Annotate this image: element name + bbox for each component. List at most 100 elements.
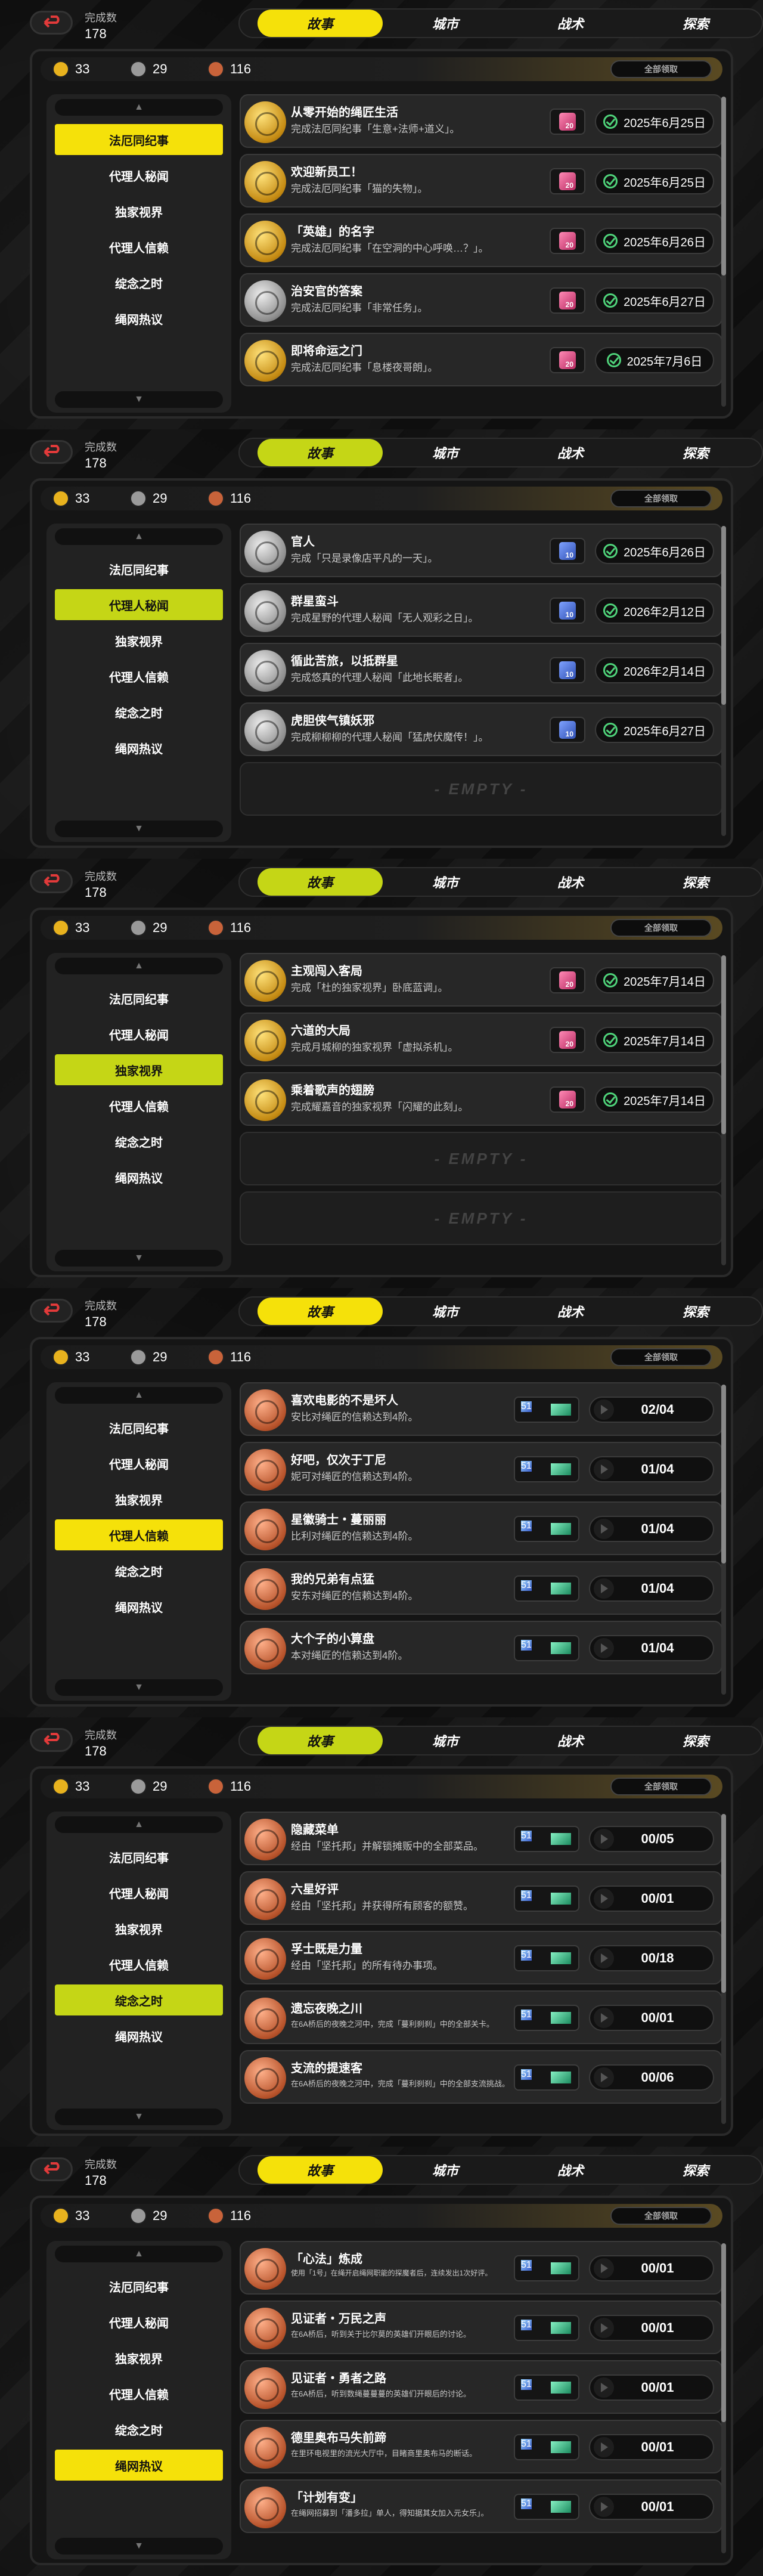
back-button[interactable]: [30, 869, 73, 893]
sidebar-item-0[interactable]: 法厄同纪事: [55, 2271, 223, 2302]
go-arrow-icon[interactable]: [594, 2377, 614, 2398]
reward-box[interactable]: 51: [514, 2005, 579, 2031]
tab-1[interactable]: 城市: [383, 439, 508, 466]
go-arrow-icon[interactable]: [594, 1829, 614, 1849]
tab-3[interactable]: 探索: [633, 2156, 758, 2184]
tab-3[interactable]: 探索: [633, 10, 758, 37]
go-arrow-icon[interactable]: [594, 1948, 614, 1968]
sidebar-item-2[interactable]: 独家视界: [55, 1054, 223, 1085]
reward-box[interactable]: 20: [550, 1027, 585, 1053]
tab-3[interactable]: 探索: [633, 868, 758, 896]
sidebar-item-4[interactable]: 绽念之时: [55, 1555, 223, 1586]
scrollbar-thumb[interactable]: [721, 955, 726, 1134]
reward-box[interactable]: 10: [550, 597, 585, 624]
back-button[interactable]: [30, 1728, 73, 1752]
sidebar-item-3[interactable]: 代理人信赖: [55, 1949, 223, 1980]
tab-2[interactable]: 战术: [508, 1298, 633, 1325]
go-arrow-icon[interactable]: [594, 1578, 614, 1599]
sidebar-scroll-up-icon[interactable]: ▲: [55, 1387, 223, 1404]
claim-all-button[interactable]: 全部领取: [610, 1778, 712, 1795]
tab-0[interactable]: 故事: [258, 2156, 383, 2184]
sidebar-item-4[interactable]: 绽念之时: [55, 267, 223, 298]
sidebar-item-1[interactable]: 代理人秘闻: [55, 589, 223, 620]
sidebar-item-3[interactable]: 代理人信赖: [55, 1090, 223, 1121]
sidebar-item-5[interactable]: 绳网热议: [55, 1591, 223, 1622]
list-scrollbar[interactable]: [721, 1814, 726, 2124]
sidebar-scroll-up-icon[interactable]: ▲: [55, 99, 223, 116]
sidebar-item-3[interactable]: 代理人信赖: [55, 661, 223, 692]
go-arrow-icon[interactable]: [594, 1638, 614, 1658]
reward-box[interactable]: 51: [514, 1635, 579, 1661]
scrollbar-thumb[interactable]: [721, 1814, 726, 1993]
sidebar-item-4[interactable]: 绽念之时: [55, 1126, 223, 1157]
sidebar-item-3[interactable]: 代理人信赖: [55, 231, 223, 262]
sidebar-item-4[interactable]: 绽念之时: [55, 2414, 223, 2445]
claim-all-button[interactable]: 全部领取: [610, 490, 712, 507]
scrollbar-thumb[interactable]: [721, 2243, 726, 2422]
sidebar-item-5[interactable]: 绳网热议: [55, 2020, 223, 2051]
claim-all-button[interactable]: 全部领取: [610, 1348, 712, 1366]
tab-2[interactable]: 战术: [508, 868, 633, 896]
sidebar-item-2[interactable]: 独家视界: [55, 1913, 223, 1944]
sidebar-scroll-down-icon[interactable]: ▼: [55, 2109, 223, 2125]
tab-2[interactable]: 战术: [508, 1727, 633, 1754]
list-scrollbar[interactable]: [721, 97, 726, 407]
tab-1[interactable]: 城市: [383, 868, 508, 896]
go-arrow-icon[interactable]: [594, 2437, 614, 2457]
tab-1[interactable]: 城市: [383, 1298, 508, 1325]
sidebar-item-2[interactable]: 独家视界: [55, 2342, 223, 2373]
reward-box[interactable]: 20: [550, 347, 585, 373]
go-arrow-icon[interactable]: [594, 2008, 614, 2028]
sidebar-item-4[interactable]: 绽念之时: [55, 696, 223, 727]
claim-all-button[interactable]: 全部领取: [610, 60, 712, 78]
reward-box[interactable]: 10: [550, 717, 585, 743]
reward-box[interactable]: 51: [514, 2434, 579, 2460]
tab-0[interactable]: 故事: [258, 1298, 383, 1325]
sidebar-item-5[interactable]: 绳网热议: [55, 2450, 223, 2481]
reward-box[interactable]: 51: [514, 1575, 579, 1602]
back-button[interactable]: [30, 11, 73, 35]
back-button[interactable]: [30, 1299, 73, 1323]
list-scrollbar[interactable]: [721, 955, 726, 1265]
reward-box[interactable]: 51: [514, 1885, 579, 1912]
reward-box[interactable]: 51: [514, 1826, 579, 1852]
back-button[interactable]: [30, 2157, 73, 2181]
scrollbar-thumb[interactable]: [721, 526, 726, 705]
sidebar-item-5[interactable]: 绳网热议: [55, 732, 223, 763]
tab-2[interactable]: 战术: [508, 10, 633, 37]
sidebar-item-1[interactable]: 代理人秘闻: [55, 1448, 223, 1479]
sidebar-item-1[interactable]: 代理人秘闻: [55, 1018, 223, 1049]
list-scrollbar[interactable]: [721, 2243, 726, 2553]
sidebar-item-0[interactable]: 法厄同纪事: [55, 124, 223, 155]
go-arrow-icon[interactable]: [594, 2318, 614, 2338]
tab-3[interactable]: 探索: [633, 1298, 758, 1325]
sidebar-item-0[interactable]: 法厄同纪事: [55, 983, 223, 1014]
sidebar-item-1[interactable]: 代理人秘闻: [55, 1877, 223, 1908]
reward-box[interactable]: 20: [550, 228, 585, 254]
tab-2[interactable]: 战术: [508, 439, 633, 466]
sidebar-scroll-up-icon[interactable]: ▲: [55, 528, 223, 545]
tab-0[interactable]: 故事: [258, 1727, 383, 1754]
sidebar-scroll-down-icon[interactable]: ▼: [55, 821, 223, 837]
reward-box[interactable]: 10: [550, 538, 585, 564]
sidebar-item-2[interactable]: 独家视界: [55, 625, 223, 656]
sidebar-item-5[interactable]: 绳网热议: [55, 303, 223, 334]
sidebar-item-4[interactable]: 绽念之时: [55, 1984, 223, 2015]
list-scrollbar[interactable]: [721, 526, 726, 836]
reward-box[interactable]: 51: [514, 2255, 579, 2281]
reward-box[interactable]: 51: [514, 1516, 579, 1542]
scrollbar-thumb[interactable]: [721, 97, 726, 275]
reward-box[interactable]: 20: [550, 1086, 585, 1113]
back-button[interactable]: [30, 440, 73, 464]
reward-box[interactable]: 10: [550, 657, 585, 683]
sidebar-item-0[interactable]: 法厄同纪事: [55, 553, 223, 584]
sidebar-scroll-up-icon[interactable]: ▲: [55, 958, 223, 974]
reward-box[interactable]: 20: [550, 967, 585, 993]
claim-all-button[interactable]: 全部领取: [610, 919, 712, 937]
sidebar-item-0[interactable]: 法厄同纪事: [55, 1841, 223, 1872]
scrollbar-thumb[interactable]: [721, 1385, 726, 1563]
reward-box[interactable]: 51: [514, 2315, 579, 2341]
sidebar-item-2[interactable]: 独家视界: [55, 196, 223, 227]
tab-2[interactable]: 战术: [508, 2156, 633, 2184]
reward-box[interactable]: 51: [514, 1397, 579, 1423]
